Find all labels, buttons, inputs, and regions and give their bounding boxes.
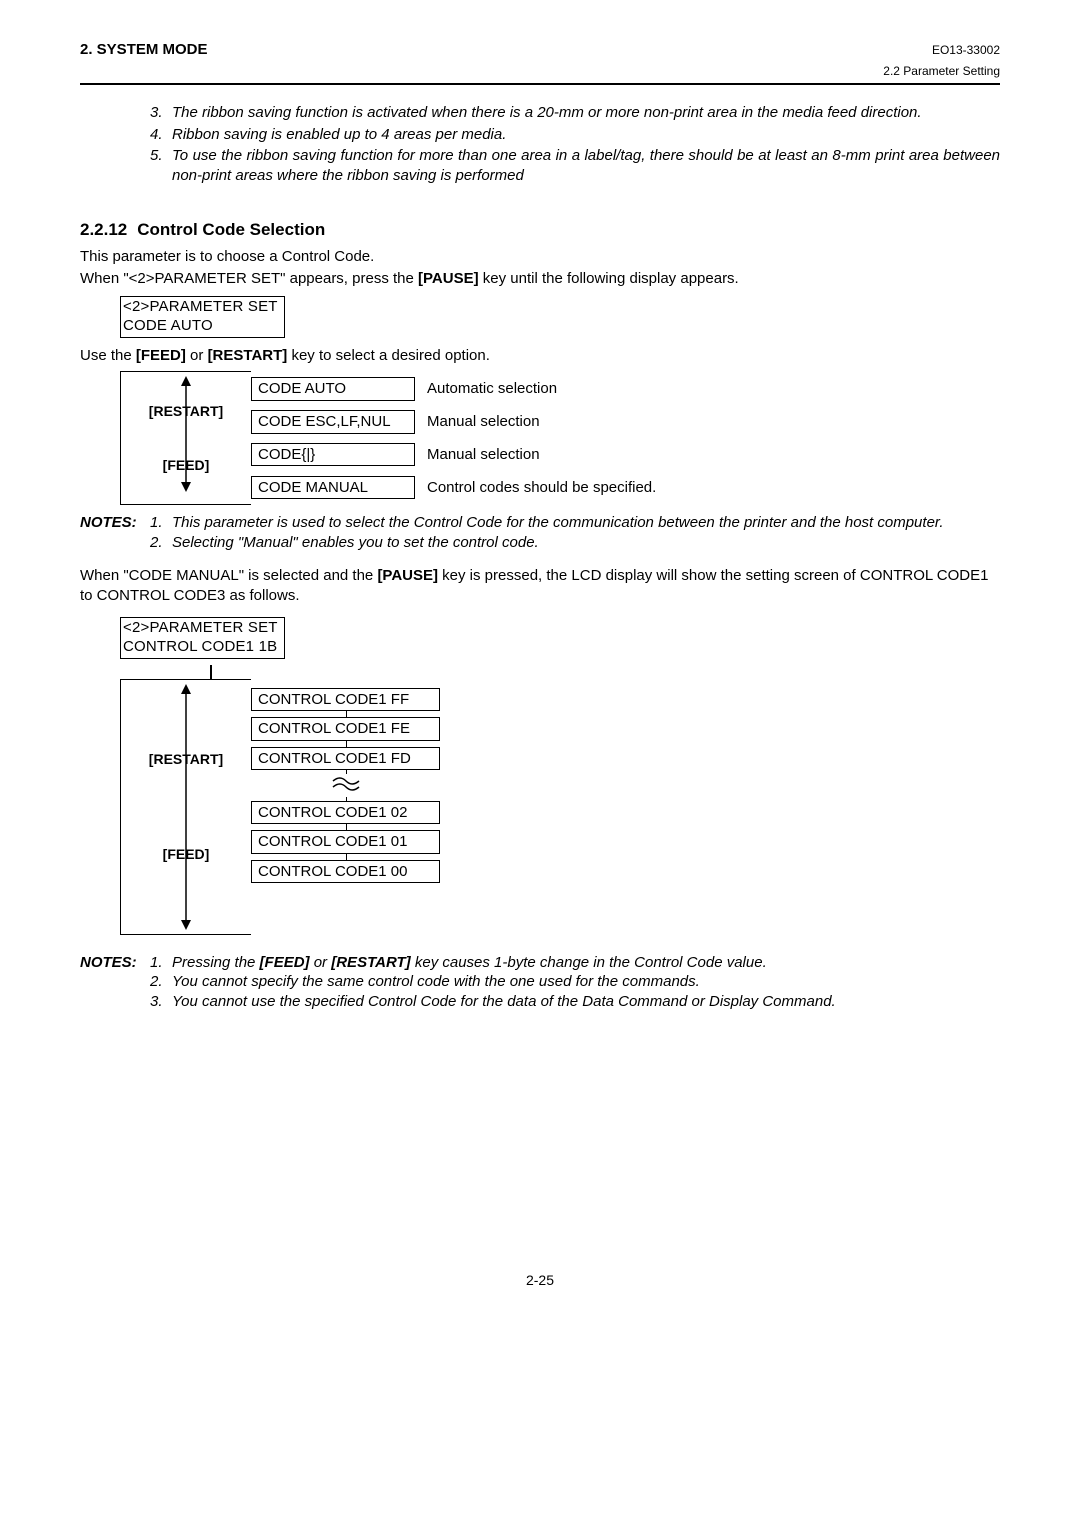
- code-value: CONTROL CODE1 FE: [251, 717, 440, 741]
- note-text: This parameter is used to select the Con…: [172, 513, 1000, 533]
- text: or: [186, 347, 208, 364]
- connector-line: [210, 665, 212, 679]
- lcd-line2: CODE AUTO: [123, 317, 278, 336]
- continuation-notes: 3.The ribbon saving function is activate…: [150, 103, 1000, 185]
- option-desc: Automatic selection: [427, 378, 656, 400]
- option-desc: Manual selection: [427, 444, 656, 466]
- note-text: You cannot specify the same control code…: [172, 972, 1000, 992]
- option-desc: Manual selection: [427, 411, 656, 433]
- key-ref-feed: [FEED]: [136, 347, 186, 364]
- text: key to select a desired option.: [287, 347, 490, 364]
- key-label-restart: [RESTART]: [149, 402, 223, 420]
- text: When "CODE MANUAL" is selected and the: [80, 567, 377, 584]
- note-text: Pressing the [FEED] or [RESTART] key cau…: [172, 953, 1000, 973]
- code-value: CONTROL CODE1 02: [251, 801, 440, 825]
- option-selector-diagram: [RESTART] [FEED] CODE AUTO CODE ESC,LF,N…: [120, 371, 1000, 505]
- header-doc-id: EO13-33002: [932, 43, 1000, 59]
- key-label-restart: [RESTART]: [149, 750, 223, 768]
- key-ref-restart: [RESTART]: [208, 347, 288, 364]
- header-subsection: 2.2 Parameter Setting: [80, 64, 1000, 80]
- text: key until the following display appears.: [479, 270, 739, 287]
- section-number: 2.2.12: [80, 220, 127, 239]
- option-code-esc: CODE ESC,LF,NUL: [251, 410, 415, 434]
- option-desc: Control codes should be specified.: [427, 477, 656, 499]
- code-value: CONTROL CODE1 FD: [251, 747, 440, 771]
- code-value: CONTROL CODE1 FF: [251, 688, 440, 712]
- page-number: 2-25: [80, 1271, 1000, 1289]
- header-section: 2. SYSTEM MODE: [80, 40, 208, 60]
- text: Use the: [80, 347, 136, 364]
- note-num: 3.: [150, 103, 172, 123]
- option-code-braces: CODE{|}: [251, 443, 415, 467]
- option-code-auto: CODE AUTO: [251, 377, 415, 401]
- note-num: 3.: [150, 992, 172, 1012]
- lcd-line1: <2>PARAMETER SET: [123, 298, 278, 317]
- notes-block: NOTES: 1.This parameter is used to selec…: [80, 513, 1000, 552]
- paragraph: Use the [FEED] or [RESTART] key to selec…: [80, 346, 1000, 366]
- paragraph: When "CODE MANUAL" is selected and the […: [80, 566, 1000, 605]
- ellipsis-icon: [251, 773, 440, 797]
- notes-label: NOTES:: [80, 513, 150, 552]
- note-num: 2.: [150, 972, 172, 992]
- key-ref-restart: [RESTART]: [331, 954, 410, 971]
- lcd-display: <2>PARAMETER SET CONTROL CODE1 1B: [120, 617, 285, 659]
- key-ref-feed: [FEED]: [260, 954, 310, 971]
- note-num: 2.: [150, 533, 172, 553]
- note-num: 5.: [150, 146, 172, 185]
- notes-block: NOTES: 1. Pressing the [FEED] or [RESTAR…: [80, 953, 1000, 1012]
- note-text: Ribbon saving is enabled up to 4 areas p…: [172, 125, 1000, 145]
- paragraph: This parameter is to choose a Control Co…: [80, 247, 1000, 267]
- paragraph: When "<2>PARAMETER SET" appears, press t…: [80, 269, 1000, 289]
- section-title-text: Control Code Selection: [137, 220, 325, 239]
- lcd-line2: CONTROL CODE1 1B: [123, 638, 278, 657]
- section-heading: 2.2.12 Control Code Selection: [80, 219, 1000, 241]
- text: When "<2>PARAMETER SET" appears, press t…: [80, 270, 418, 287]
- code-value: CONTROL CODE1 00: [251, 860, 440, 884]
- note-num: 1.: [150, 953, 172, 973]
- notes-label: NOTES:: [80, 953, 150, 1012]
- key-ref-pause: [PAUSE]: [418, 270, 479, 287]
- header-rule: [80, 83, 1000, 85]
- option-code-manual: CODE MANUAL: [251, 476, 415, 500]
- note-num: 4.: [150, 125, 172, 145]
- note-text: To use the ribbon saving function for mo…: [172, 146, 1000, 185]
- note-text: The ribbon saving function is activated …: [172, 103, 1000, 123]
- note-text: Selecting "Manual" enables you to set th…: [172, 533, 1000, 553]
- key-ref-pause: [PAUSE]: [377, 567, 438, 584]
- lcd-display: <2>PARAMETER SET CODE AUTO: [120, 296, 285, 338]
- lcd-line1: <2>PARAMETER SET: [123, 619, 278, 638]
- key-label-feed: [FEED]: [163, 456, 210, 474]
- text: Pressing the: [172, 954, 260, 971]
- note-text: You cannot use the specified Control Cod…: [172, 992, 1000, 1012]
- text: or: [310, 954, 332, 971]
- code-value: CONTROL CODE1 01: [251, 830, 440, 854]
- code-value-diagram: [RESTART] [FEED] CONTROL CODE1 FF CONTRO…: [120, 679, 1000, 935]
- text: key causes 1-byte change in the Control …: [411, 954, 767, 971]
- note-num: 1.: [150, 513, 172, 533]
- key-label-feed: [FEED]: [163, 845, 210, 863]
